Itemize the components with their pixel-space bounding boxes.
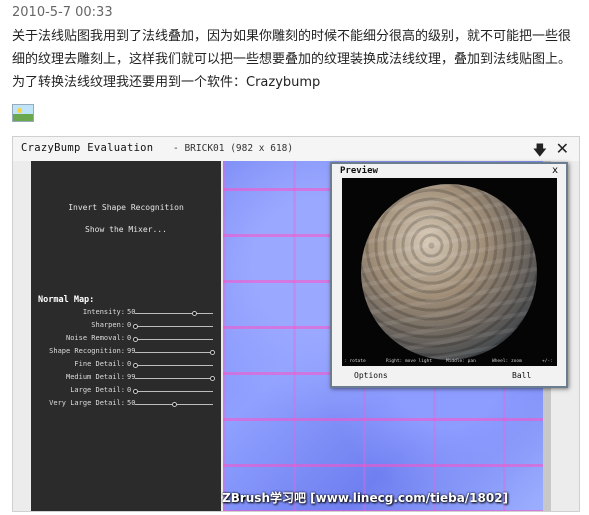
close-icon[interactable]: ✕	[556, 139, 569, 158]
slider-sharpen[interactable]: Sharpen: 0	[31, 321, 221, 333]
preview-title: Preview	[340, 166, 378, 176]
invert-shape-link[interactable]: Invert Shape Recognition	[31, 203, 221, 212]
slider-value: 50	[127, 308, 136, 316]
slider-value: 50	[127, 399, 136, 407]
slider-track[interactable]	[133, 389, 213, 394]
slider-value: 0	[127, 360, 132, 368]
slider-label: Fine Detail:	[74, 360, 125, 368]
slider-thumb[interactable]	[210, 350, 216, 355]
slider-value: 99	[127, 373, 136, 381]
slider-thumb[interactable]	[133, 363, 138, 368]
slider-label: Sharpen:	[91, 321, 125, 329]
post-date: 2010-5-7 00:33	[12, 5, 113, 20]
slider-label: Medium Detail:	[65, 373, 125, 381]
slider-track[interactable]	[135, 402, 213, 407]
hint-zoom: Wheel: zoom	[492, 359, 522, 364]
image-icon[interactable]	[12, 104, 34, 122]
slider-track[interactable]	[133, 337, 213, 342]
slider-medium-detail[interactable]: Medium Detail: 99	[31, 373, 221, 385]
slider-label: Very Large Detail:	[49, 399, 125, 407]
slider-noise-removal[interactable]: Noise Removal: 0	[31, 334, 221, 346]
slider-thumb[interactable]	[191, 311, 197, 316]
slider-thumb[interactable]	[133, 389, 138, 394]
options-button[interactable]: Options	[354, 371, 388, 380]
slider-thumb[interactable]	[210, 376, 216, 381]
preview-window: Preview x : rotate Right: move light Mid…	[330, 162, 568, 388]
slider-value: 0	[127, 321, 132, 329]
slider-value: 0	[127, 386, 132, 394]
slider-track[interactable]	[133, 363, 213, 368]
slider-fine-detail[interactable]: Fine Detail: 0	[31, 360, 221, 372]
slider-label: Shape Recognition:	[49, 347, 125, 355]
hint-pan: Middle: pan	[446, 359, 476, 364]
app-title: CrazyBump Evaluation	[21, 142, 154, 154]
slider-large-detail[interactable]: Large Detail: 0	[31, 386, 221, 398]
close-icon[interactable]: x	[552, 165, 558, 176]
preview-viewport[interactable]: : rotate Right: move light Middle: pan W…	[342, 178, 557, 366]
slider-value: 0	[127, 334, 132, 342]
sphere-texture	[361, 184, 537, 360]
slider-track[interactable]	[133, 324, 213, 329]
slider-shape-recognition[interactable]: Shape Recognition: 99	[31, 347, 221, 359]
slider-very-large-detail[interactable]: Very Large Detail: 50	[31, 399, 221, 411]
slider-label: Large Detail:	[70, 386, 125, 394]
settings-panel: Invert Shape Recognition Show the Mixer.…	[31, 161, 221, 511]
slider-label: Intensity:	[82, 308, 125, 316]
hint-rotate: : rotate	[344, 359, 366, 364]
slider-track[interactable]	[135, 376, 216, 381]
ball-button[interactable]: Ball	[512, 371, 531, 380]
slider-thumb[interactable]	[172, 402, 177, 407]
slider-track[interactable]	[135, 350, 216, 355]
titlebar: CrazyBump Evaluation - BRICK01 (982 x 61…	[13, 137, 579, 161]
normal-map-heading: Normal Map:	[38, 295, 95, 305]
post-body: 关于法线贴图我用到了法线叠加，因为如果你雕刻的时候不能细分很高的级别，就不可能把…	[12, 29, 572, 90]
slider-label: Noise Removal:	[65, 334, 125, 342]
preview-hints: : rotate Right: move light Middle: pan W…	[342, 359, 557, 366]
slider-intensity[interactable]: Intensity: 50	[31, 308, 221, 320]
hint-light: Right: move light	[386, 359, 433, 364]
slider-track[interactable]	[135, 311, 213, 316]
slider-thumb[interactable]	[133, 324, 138, 329]
slider-value: 99	[127, 347, 136, 355]
slider-thumb[interactable]	[133, 337, 138, 342]
hint-plus-minus: +/-:	[542, 359, 553, 364]
watermark: ZBrush学习吧 [www.linecg.com/tieba/1802]	[222, 491, 509, 505]
show-mixer-link[interactable]: Show the Mixer...	[31, 225, 221, 234]
file-info: - BRICK01 (982 x 618)	[173, 143, 294, 154]
